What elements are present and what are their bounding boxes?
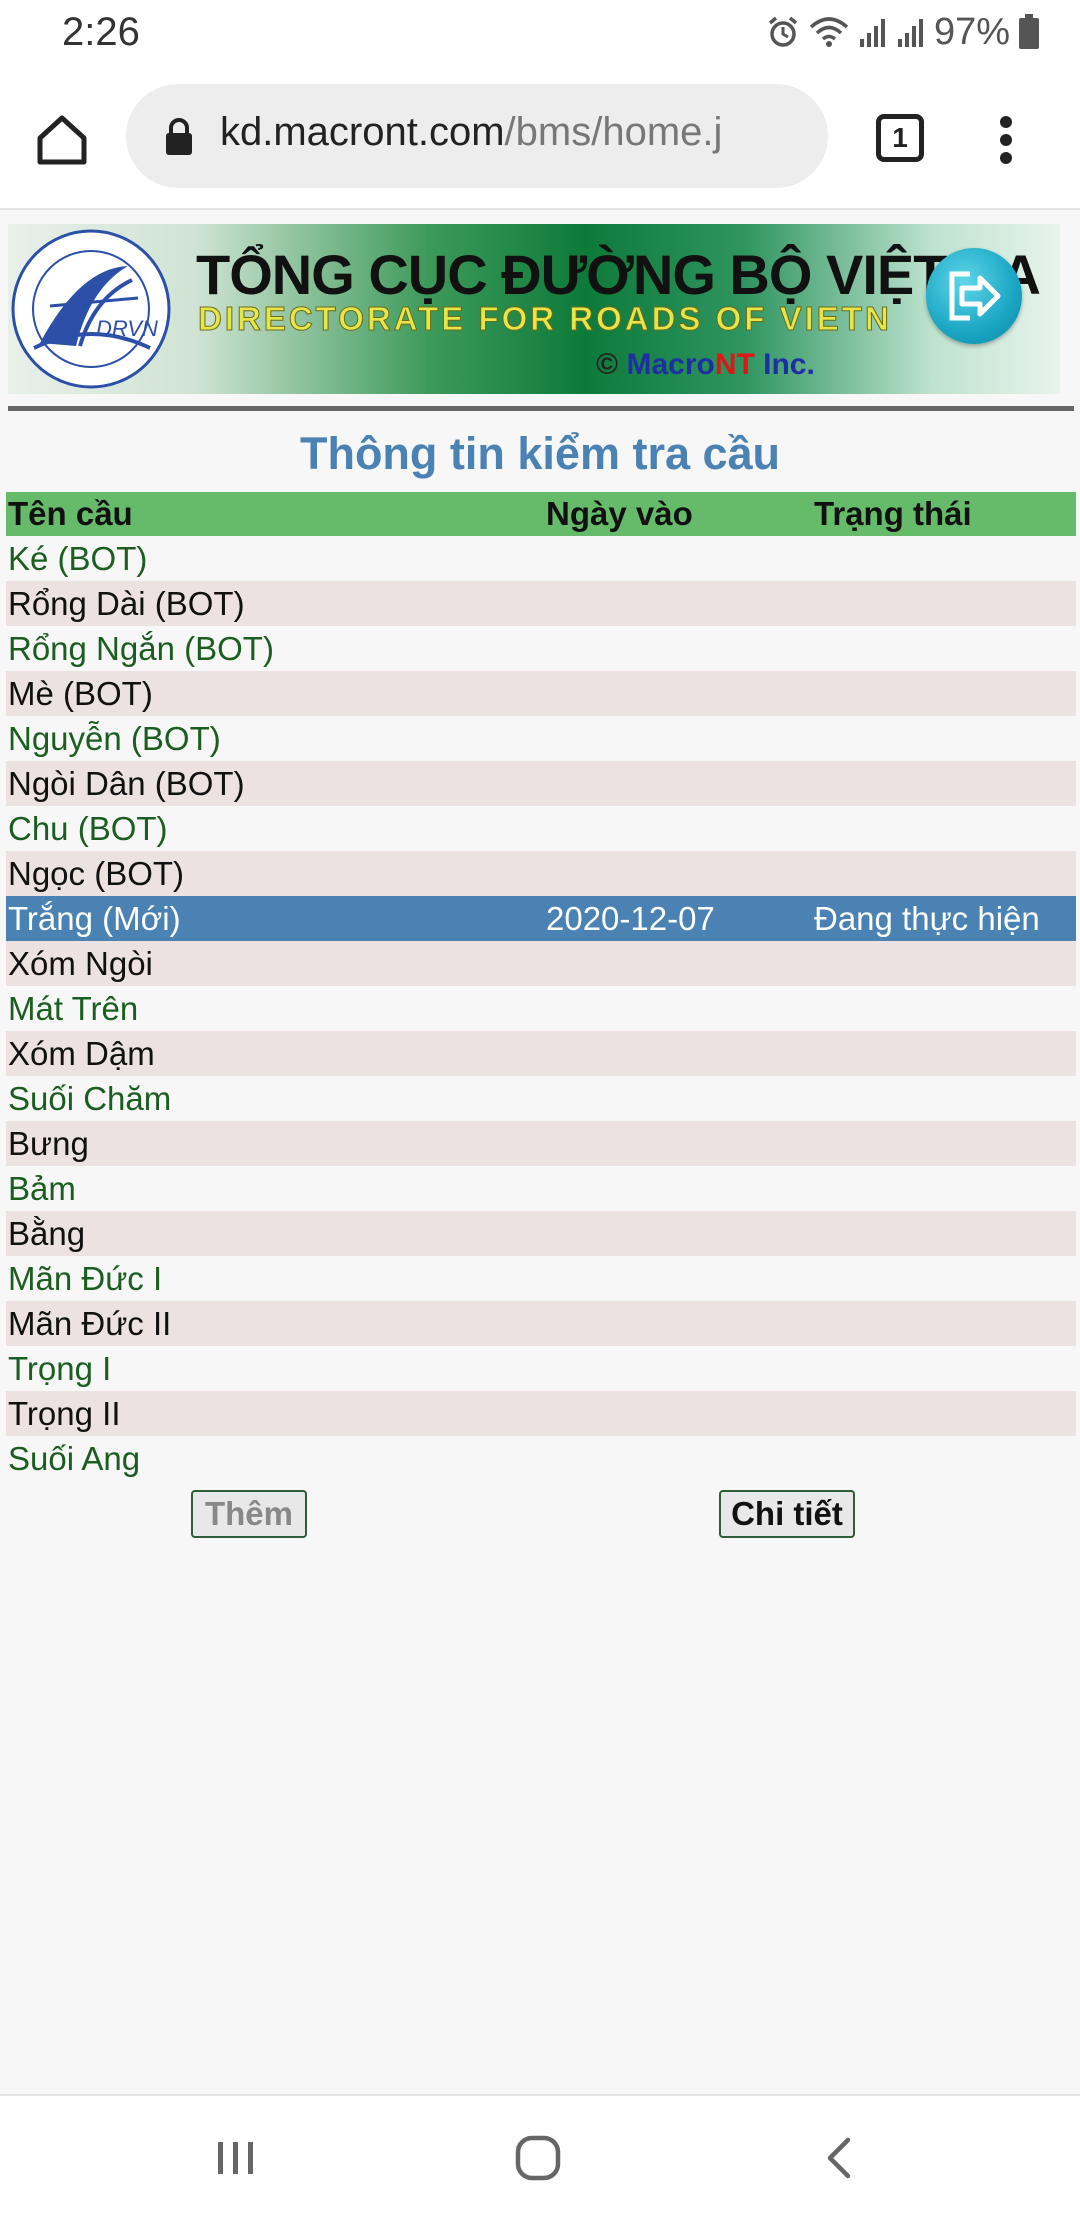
table-row[interactable]: Trắng (Mới) 2020-12-07 Đang thực hiện	[6, 896, 1076, 941]
table-row[interactable]: Rổng Dài (BOT)	[6, 581, 1076, 626]
cell-bridge-name: Chu (BOT)	[8, 809, 168, 847]
table-row[interactable]: Mãn Đức I	[6, 1256, 1076, 1301]
home-icon	[37, 115, 87, 165]
table-row[interactable]: Ngòi Dân (BOT)	[6, 761, 1076, 806]
url-text: kd.macront.com/bms/home.j	[220, 110, 722, 155]
battery-icon	[1019, 14, 1039, 49]
cell-bridge-name: Ké (BOT)	[8, 539, 148, 577]
cell-bridge-name: Xóm Ngòi	[8, 944, 153, 982]
page-title: Thông tin kiểm tra cầu	[299, 428, 781, 479]
cell-bridge-name: Mãn Đức I	[8, 1259, 163, 1297]
cell-bridge-name: Bưng	[8, 1124, 89, 1162]
table-row[interactable]: Bưng	[6, 1121, 1076, 1166]
home-button[interactable]	[32, 110, 92, 170]
table-row[interactable]: Mãn Đức II	[6, 1301, 1076, 1346]
drvn-logo: DRVN	[11, 229, 171, 389]
alarm-icon	[768, 16, 798, 47]
table-row[interactable]: Bảm	[6, 1166, 1076, 1211]
cell-bridge-name: Trọng II	[8, 1394, 121, 1432]
system-nav-bar	[0, 2094, 1080, 2222]
svg-text:DRVN: DRVN	[96, 316, 158, 341]
cell-bridge-name: Mè (BOT)	[8, 674, 153, 712]
copyright-symbol: ©	[596, 348, 619, 381]
site-banner: DRVN TỔNG CỤC ĐƯỜNG BỘ VIỆT NA DIRECTORA…	[8, 224, 1060, 394]
table-row[interactable]: Ké (BOT)	[6, 536, 1076, 581]
table-row[interactable]: Suối Ang	[6, 1436, 1076, 1481]
cell-bridge-name: Mãn Đức II	[8, 1304, 172, 1342]
banner-title: TỔNG CỤC ĐƯỜNG BỘ VIỆT NA	[196, 243, 1041, 306]
cell-bridge-name: Bằng	[8, 1214, 86, 1252]
table-row[interactable]: Mát Trên	[6, 986, 1076, 1031]
banner-copyright: © MacroNT Inc.	[596, 348, 815, 381]
header-status: Trạng thái	[814, 495, 972, 532]
url-domain: kd.macront.com	[220, 110, 505, 154]
cell-bridge-name: Ngòi Dân (BOT)	[8, 764, 245, 802]
table-row[interactable]: Rổng Ngắn (BOT)	[6, 626, 1076, 671]
cell-bridge-name: Trắng (Mới)	[8, 899, 181, 937]
cell-bridge-name: Xóm Dậm	[8, 1034, 155, 1072]
cell-entry-date: 2020-12-07	[546, 899, 715, 937]
signal-icon-2	[897, 19, 923, 47]
status-bar: 2:26 97%	[0, 0, 1080, 64]
logout-button[interactable]	[926, 248, 1022, 344]
cell-bridge-name: Bảm	[8, 1169, 76, 1207]
cell-bridge-name: Ngọc (BOT)	[8, 854, 185, 892]
table-row[interactable]: Mè (BOT)	[6, 671, 1076, 716]
browser-toolbar: kd.macront.com/bms/home.j 1	[0, 64, 1080, 210]
header-entry-date: Ngày vào	[546, 495, 693, 532]
cell-bridge-name: Trọng I	[8, 1349, 112, 1387]
cell-status: Đang thực hiện	[814, 899, 1040, 937]
recent-apps-icon[interactable]	[214, 2136, 258, 2180]
table-row[interactable]: Trọng II	[6, 1391, 1076, 1436]
cell-bridge-name: Mát Trên	[8, 989, 139, 1027]
cell-bridge-name: Rổng Dài (BOT)	[8, 584, 245, 622]
status-icons: 97%	[766, 8, 1040, 56]
overflow-menu-button[interactable]	[994, 110, 1018, 170]
address-bar[interactable]: kd.macront.com/bms/home.j	[126, 84, 828, 188]
tab-switcher-button[interactable]: 1	[876, 114, 924, 162]
table-row[interactable]: Suối Chăm	[6, 1076, 1076, 1121]
signal-icon-1	[859, 19, 885, 47]
add-button[interactable]: Thêm	[191, 1490, 307, 1538]
table-row[interactable]: Xóm Ngòi	[6, 941, 1076, 986]
wifi-icon	[809, 17, 849, 47]
battery-percent: 97%	[933, 10, 1010, 53]
more-vert-icon	[1000, 116, 1012, 164]
table-row[interactable]: Xóm Dậm	[6, 1031, 1076, 1076]
cell-bridge-name: Suối Ang	[8, 1439, 141, 1477]
home-nav-icon[interactable]	[514, 2134, 562, 2182]
back-icon[interactable]	[822, 2136, 858, 2180]
logout-icon	[949, 271, 1001, 321]
table-body: Ké (BOT) Rổng Dài (BOT) Rổng Ngắn (BOT) Mè …	[6, 536, 1076, 1481]
url-path: /bms/home.j	[504, 110, 723, 154]
header-bridge-name: Tên cầu	[8, 495, 133, 532]
banner-divider	[8, 406, 1074, 411]
cell-bridge-name: Rổng Ngắn (BOT)	[8, 629, 274, 667]
table-header: Tên cầu Ngày vào Trạng thái	[6, 492, 1076, 536]
table-row[interactable]: Trọng I	[6, 1346, 1076, 1391]
table-row[interactable]: Bằng	[6, 1211, 1076, 1256]
lock-icon	[166, 118, 192, 155]
banner-subtitle: DIRECTORATE FOR ROADS OF VIETN	[198, 300, 892, 338]
table-row[interactable]: Ngọc (BOT)	[6, 851, 1076, 896]
table-row[interactable]: Nguyễn (BOT)	[6, 716, 1076, 761]
status-time: 2:26	[62, 10, 140, 54]
cell-bridge-name: Suối Chăm	[8, 1079, 172, 1117]
detail-button[interactable]: Chi tiết	[719, 1490, 855, 1538]
bridge-table: Tên cầu Ngày vào Trạng thái Ké (BOT) Rổng…	[6, 492, 1076, 1481]
table-row[interactable]: Chu (BOT)	[6, 806, 1076, 851]
cell-bridge-name: Nguyễn (BOT)	[8, 719, 221, 757]
